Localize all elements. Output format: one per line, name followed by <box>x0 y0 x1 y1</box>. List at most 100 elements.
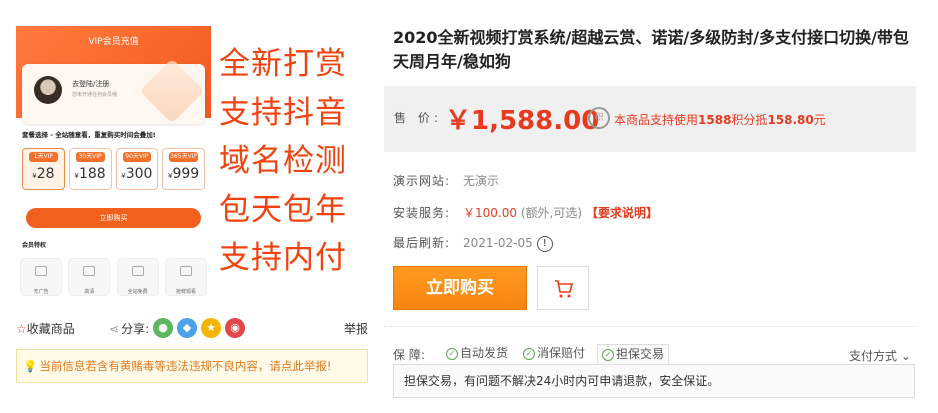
guarantee-text: 担保交易 <box>616 347 665 361</box>
favorite-button[interactable]: ☆收藏商品 <box>16 320 75 337</box>
perk-label: 无广告 <box>33 289 49 295</box>
package-tag: 365天VIP <box>169 152 198 162</box>
promo-line: 域名检测 <box>219 143 347 179</box>
perk-item: 全站免费 <box>116 258 159 296</box>
package-tag: 1天VIP <box>29 152 58 162</box>
add-to-cart-button[interactable] <box>537 266 589 310</box>
package-price: ¥300 <box>121 166 153 182</box>
install-requirements-link[interactable]: 【要求说明】 <box>586 206 658 220</box>
promo-line: 支持内付 <box>219 240 347 276</box>
points-mid: 积分抵 <box>731 113 768 127</box>
login-text: 去登陆/注册 <box>72 80 110 88</box>
check-icon: ✓ <box>602 348 614 361</box>
install-label: 安装服务: <box>393 206 451 220</box>
favorite-label: 收藏商品 <box>26 322 75 336</box>
package-option: 365天VIP ¥999 <box>162 148 205 190</box>
package-option: 90天VIP ¥300 <box>115 148 159 190</box>
cart-icon <box>555 280 574 298</box>
card-decoration <box>139 58 205 124</box>
product-title: 2020全新视频打赏系统/超越云赏、诺诺/多级防封/多支付接口切换/带包天周月年… <box>393 28 909 71</box>
guarantee-text: 消保赔付 <box>537 346 586 360</box>
info-icon[interactable]: ! <box>536 235 553 252</box>
points-icon: 积 <box>588 107 610 129</box>
report-link[interactable]: 举报 <box>344 320 368 337</box>
product-image[interactable]: VIP会员充值 去登陆/注册 您未开通任何会员哦 套餐选择 - 全站随意看，重复… <box>16 26 368 312</box>
points-amount: 1588 <box>698 113 732 127</box>
check-icon: ✓ <box>446 347 458 360</box>
share-icon: ⋖ <box>109 322 120 336</box>
package-price-value: 999 <box>172 166 200 182</box>
guarantee-auto-delivery[interactable]: ✓ 自动发货 <box>446 344 508 364</box>
package-price-value: 188 <box>78 166 106 182</box>
package-tag: 90天VIP <box>122 152 152 162</box>
demo-row: 演示网站: 无演示 <box>393 172 499 189</box>
weibo-icon[interactable]: ◉ <box>225 318 245 338</box>
perk-item: 高清 <box>68 258 111 296</box>
guarantee-note: 担保交易，有问题不解决24小时内可申请退款，安全保证。 <box>393 364 915 398</box>
perk-list: 无广告 高清 全站免费 抢鲜观看 <box>20 258 207 296</box>
perk-item: 无广告 <box>20 258 62 296</box>
payment-method-dropdown[interactable]: 支付方式 ⌄ <box>849 347 911 364</box>
points-value: 158.80 <box>767 113 814 127</box>
package-tag: 30天VIP <box>75 152 105 162</box>
package-option: 1天VIP ¥28 <box>22 148 65 190</box>
promo-text: 全新打赏 支持抖音 域名检测 包天包年 支持内付 <box>219 40 369 283</box>
avatar <box>34 76 62 104</box>
promo-line: 全新打赏 <box>219 46 347 82</box>
wechat-icon[interactable]: ● <box>153 318 173 338</box>
refresh-row: 最后刷新: 2021-02-05! <box>393 234 553 252</box>
package-list: 1天VIP ¥28 30天VIP ¥188 90天VIP ¥300 365天VI… <box>22 148 205 190</box>
chevron-down-icon: ⌄ <box>897 349 911 363</box>
guarantee-compensation[interactable]: ✓ 消保赔付 <box>523 344 585 364</box>
perk-label: 高清 <box>84 289 95 295</box>
login-subtext: 您未开通任何会员哦 <box>72 92 118 98</box>
install-price: ￥100.00 <box>463 206 517 220</box>
qzone-icon[interactable]: ★ <box>201 318 221 338</box>
app-screenshot: VIP会员充值 去登陆/注册 您未开通任何会员哦 套餐选择 - 全站随意看，重复… <box>16 26 211 312</box>
price-label: 售 价: <box>394 111 442 125</box>
divider <box>384 326 916 327</box>
guarantee-escrow[interactable]: ✓ 担保交易 <box>597 344 670 364</box>
install-row: 安装服务: ￥100.00 (额外,可选) 【要求说明】 <box>393 204 658 221</box>
guarantee-label: 保 障: <box>393 348 425 362</box>
share-text: 分享: <box>121 322 150 336</box>
price-box: 售 价: ￥1,588.00 积 本商品支持使用1588积分抵158.80元 <box>384 86 916 152</box>
guarantee-text: 自动发货 <box>460 346 509 360</box>
refresh-label: 最后刷新: <box>393 236 451 250</box>
package-option: 30天VIP ¥188 <box>68 148 112 190</box>
price: ￥1,588.00 <box>445 106 600 136</box>
points-info: 本商品支持使用1588积分抵158.80元 <box>614 111 826 128</box>
action-bar: ☆收藏商品 ⋖ 分享: ● ◆ ★ ◉ 举报 <box>16 318 368 338</box>
qq-icon[interactable]: ◆ <box>177 318 197 338</box>
share-label: ⋖ 分享: <box>109 320 149 337</box>
perk-icon <box>35 266 47 276</box>
perk-label: 全站免费 <box>127 289 148 295</box>
package-price: ¥28 <box>32 166 55 182</box>
buy-now-button[interactable]: 立即购买 <box>393 266 527 310</box>
share-icons: ● ◆ ★ ◉ <box>153 318 245 338</box>
warning-text: 当前信息若含有黄赌毒等违法违规不良内容，请点此举报! <box>39 359 332 373</box>
points-unit: 元 <box>813 113 826 127</box>
perk-icon <box>179 266 192 276</box>
profile-card: 去登陆/注册 您未开通任何会员哦 <box>22 58 205 124</box>
check-icon: ✓ <box>523 347 535 360</box>
package-title: 套餐选择 - 全站随意看，重复购买时间会叠加! <box>22 131 156 139</box>
install-note: (额外,可选) <box>520 206 583 220</box>
package-price: ¥188 <box>74 166 106 182</box>
lightbulb-icon: 💡 <box>23 359 38 373</box>
package-price-value: 300 <box>125 166 153 182</box>
perk-item: 抢鲜观看 <box>164 258 207 296</box>
promo-line: 包天包年 <box>219 191 347 228</box>
app-title: VIP会员充值 <box>88 37 139 47</box>
demo-label: 演示网站: <box>393 174 451 188</box>
payment-method-label: 支付方式 <box>849 349 898 363</box>
package-price: ¥999 <box>168 166 200 182</box>
perk-label: 抢鲜观看 <box>175 289 196 295</box>
points-pre: 本商品支持使用 <box>614 113 699 127</box>
perk-icon <box>83 266 96 276</box>
report-warning[interactable]: 💡 当前信息若含有黄赌毒等违法违规不良内容，请点此举报! <box>16 349 368 383</box>
package-price-value: 28 <box>36 166 55 182</box>
perk-icon <box>131 266 144 276</box>
refresh-value: 2021-02-05 <box>463 236 533 250</box>
promo-line: 支持抖音 <box>219 94 347 131</box>
